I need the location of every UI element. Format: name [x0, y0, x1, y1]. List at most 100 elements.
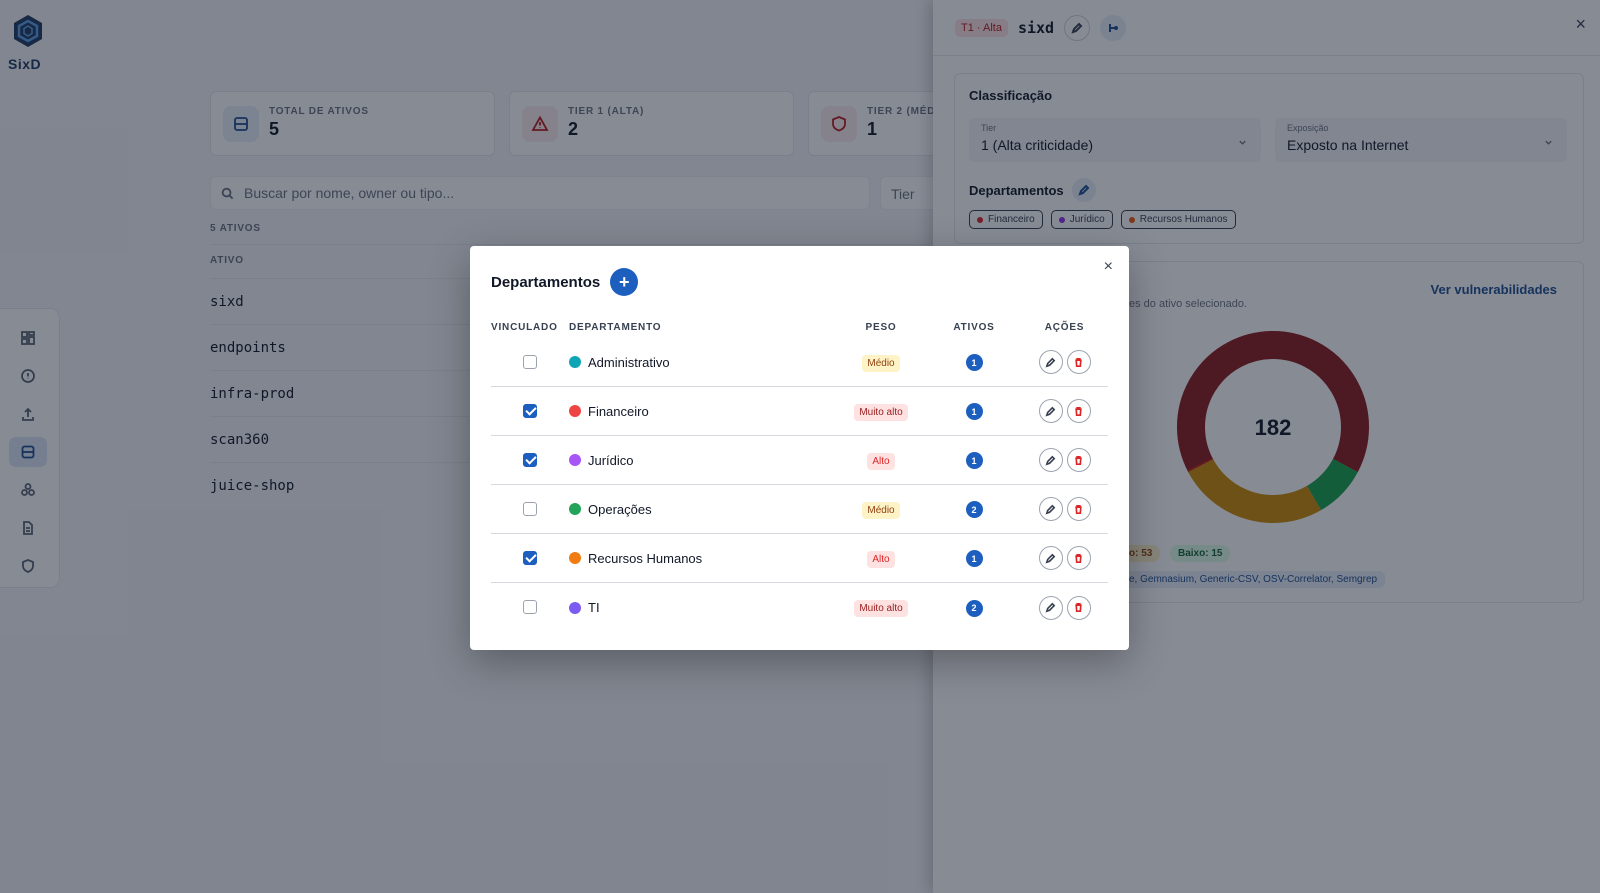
table-row: TI Muito alto 2	[491, 583, 1108, 632]
edit-icon	[1045, 504, 1056, 514]
weight-badge: Médio	[862, 501, 900, 519]
edit-department-button[interactable]	[1038, 448, 1063, 472]
edit-department-button[interactable]	[1038, 546, 1063, 570]
assets-count-badge: 1	[965, 550, 983, 568]
linked-cell	[491, 500, 569, 518]
add-department-button[interactable]: +	[610, 268, 639, 296]
actions-cell	[1021, 595, 1108, 620]
assets-count-badge: 1	[965, 354, 983, 372]
header-assets: ATIVOS	[953, 321, 995, 333]
department-color-dot	[569, 503, 581, 515]
department-name: Administrativo	[588, 354, 670, 370]
weight-badge: Médio	[862, 354, 900, 372]
modal-title-text: Departamentos	[491, 273, 601, 291]
table-row: Jurídico Alto 1	[491, 436, 1108, 485]
linked-cell	[491, 549, 569, 567]
weight-cell: Alto	[835, 451, 927, 470]
department-color-dot	[569, 601, 581, 614]
edit-icon	[1045, 602, 1056, 613]
trash-icon	[1075, 455, 1082, 465]
department-name: Operações	[588, 501, 652, 517]
weight-badge: Alto	[867, 452, 895, 470]
weight-cell: Médio	[835, 353, 927, 372]
trash-icon	[1075, 504, 1082, 514]
header-weight: PESO	[865, 321, 897, 333]
edit-icon	[1045, 553, 1056, 563]
assets-cell: 1	[927, 451, 1021, 470]
weight-badge: Muito alto	[854, 403, 908, 421]
department-color-dot	[569, 356, 581, 368]
assets-cell: 2	[927, 500, 1021, 519]
weight-cell: Alto	[835, 549, 927, 568]
department-name: TI	[588, 600, 600, 615]
actions-cell	[1021, 497, 1108, 521]
edit-department-button[interactable]	[1038, 399, 1063, 423]
department-cell: Administrativo	[569, 355, 835, 370]
trash-icon	[1075, 357, 1082, 367]
linked-cell	[491, 599, 569, 617]
department-cell: Recursos Humanos	[569, 551, 835, 566]
department-cell: TI	[569, 600, 835, 615]
trash-icon	[1075, 553, 1082, 563]
actions-cell	[1021, 448, 1108, 472]
edit-department-button[interactable]	[1038, 497, 1063, 521]
department-name: Jurídico	[588, 452, 634, 468]
weight-cell: Muito alto	[835, 402, 927, 421]
delete-department-button[interactable]	[1066, 350, 1091, 374]
modal-title: Departamentos +	[491, 268, 639, 296]
department-color-dot	[569, 454, 581, 466]
actions-cell	[1021, 350, 1108, 374]
department-color-dot	[569, 405, 581, 417]
table-row: Operações Médio 2	[491, 485, 1108, 534]
edit-icon	[1045, 406, 1056, 416]
assets-cell: 1	[927, 402, 1021, 421]
table-row: Financeiro Muito alto 1	[491, 387, 1108, 436]
assets-cell: 2	[927, 598, 1021, 617]
department-color-dot	[569, 552, 581, 564]
assets-cell: 1	[927, 353, 1021, 372]
linked-checkbox[interactable]	[523, 501, 537, 516]
actions-cell	[1021, 399, 1108, 423]
linked-checkbox[interactable]	[523, 550, 537, 565]
assets-count-badge: 1	[965, 452, 983, 470]
department-cell: Financeiro	[569, 404, 835, 419]
department-cell: Jurídico	[569, 453, 835, 468]
delete-department-button[interactable]	[1066, 595, 1091, 620]
linked-checkbox[interactable]	[523, 452, 537, 467]
weight-cell: Médio	[835, 500, 927, 519]
weight-badge: Alto	[867, 550, 895, 568]
table-header: VINCULADO DEPARTAMENTO PESO ATIVOS AÇÕES	[491, 316, 1108, 338]
delete-department-button[interactable]	[1066, 546, 1091, 570]
delete-department-button[interactable]	[1066, 497, 1091, 521]
delete-department-button[interactable]	[1066, 448, 1091, 472]
linked-checkbox[interactable]	[523, 600, 537, 615]
department-name: Financeiro	[588, 403, 649, 419]
assets-cell: 1	[927, 549, 1021, 568]
departments-modal: Departamentos + × VINCULADO DEPARTAMENTO…	[470, 246, 1129, 650]
linked-cell	[491, 451, 569, 469]
linked-cell	[491, 353, 569, 371]
header-department: DEPARTAMENTO	[569, 321, 662, 333]
edit-department-button[interactable]	[1038, 595, 1063, 620]
assets-count-badge: 2	[965, 599, 983, 617]
edit-icon	[1045, 455, 1056, 465]
trash-icon	[1075, 603, 1082, 612]
edit-icon	[1045, 357, 1056, 367]
department-name: Recursos Humanos	[588, 550, 703, 566]
delete-department-button[interactable]	[1066, 399, 1091, 423]
header-actions: AÇÕES	[1044, 321, 1085, 333]
header-linked: VINCULADO	[491, 321, 558, 333]
assets-count-badge: 1	[965, 403, 983, 421]
departments-table: VINCULADO DEPARTAMENTO PESO ATIVOS AÇÕES…	[491, 316, 1108, 632]
department-cell: Operações	[569, 502, 835, 517]
edit-department-button[interactable]	[1038, 350, 1063, 374]
modal-close-button[interactable]: ×	[1104, 258, 1113, 276]
table-row: Recursos Humanos Alto 1	[491, 534, 1108, 583]
trash-icon	[1075, 406, 1082, 416]
linked-checkbox[interactable]	[523, 354, 537, 369]
weight-cell: Muito alto	[835, 598, 927, 617]
linked-cell	[491, 402, 569, 420]
actions-cell	[1021, 546, 1108, 570]
linked-checkbox[interactable]	[523, 403, 537, 418]
weight-badge: Muito alto	[854, 600, 908, 617]
